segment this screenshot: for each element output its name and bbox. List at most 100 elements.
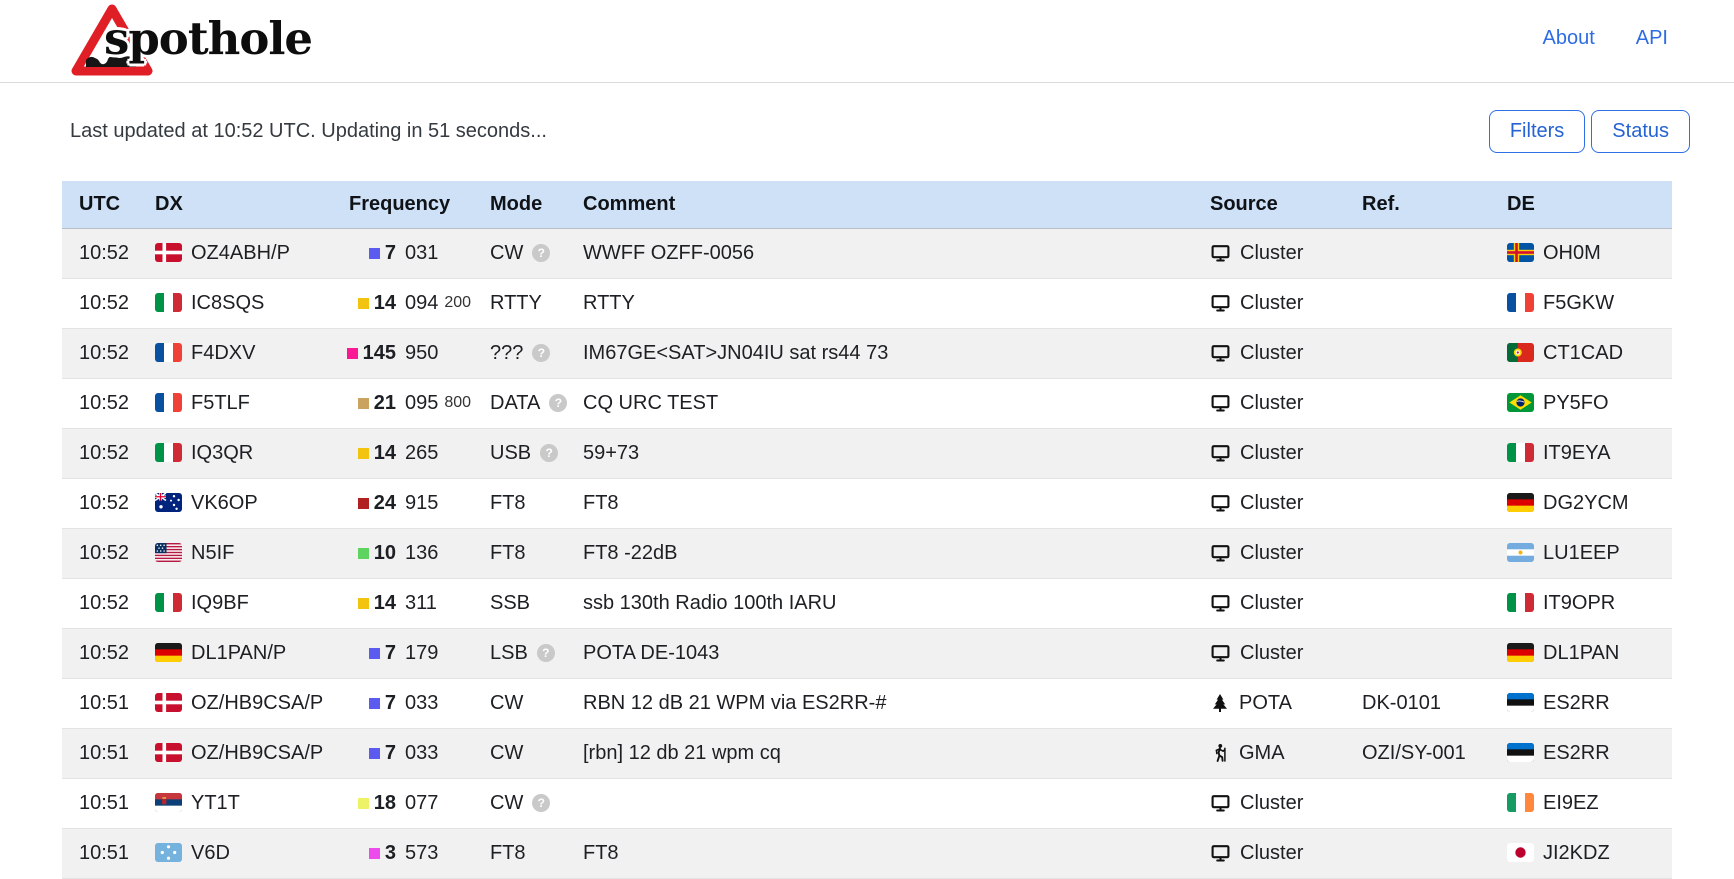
- dx-callsign: OZ/HB9CSA/P: [191, 742, 323, 764]
- spot-row: 10:52 IQ9BF 14 311 SSB ssb 130th Radio 1…: [62, 578, 1672, 628]
- frequency-mhz: 3: [385, 842, 396, 865]
- de-country-flag-icon: [1507, 593, 1534, 612]
- mode-cell: DATA ?: [480, 378, 583, 428]
- source-cell: Cluster: [1200, 528, 1350, 578]
- dx-callsign: F5TLF: [191, 392, 250, 414]
- de-callsign: F5GKW: [1543, 292, 1614, 314]
- ref-cell: [1350, 428, 1495, 478]
- ref-cell: [1350, 278, 1495, 328]
- mode-help-icon[interactable]: ?: [532, 344, 550, 362]
- column-header-source: Source: [1200, 181, 1350, 228]
- mode-cell: CW: [480, 728, 583, 778]
- ref-cell: [1350, 578, 1495, 628]
- dx-country-flag-icon: [155, 843, 182, 862]
- mode-help-icon[interactable]: ?: [532, 794, 550, 812]
- frequency-cell: 14 265: [340, 428, 480, 478]
- dx-callsign: YT1T: [191, 792, 240, 814]
- column-header-ref: Ref.: [1350, 181, 1495, 228]
- mode-cell: USB ?: [480, 428, 583, 478]
- frequency-cell: 21 095 800: [340, 378, 480, 428]
- mode-label: USB: [490, 442, 531, 465]
- mode-cell: SSB: [480, 578, 583, 628]
- de-cell: PY5FO: [1495, 378, 1672, 428]
- utc-cell: 10:52: [62, 328, 150, 378]
- mode-help-icon[interactable]: ?: [532, 244, 550, 262]
- column-header-dx: DX: [150, 181, 340, 228]
- monitor-icon: [1210, 393, 1231, 413]
- mode-cell: LSB ?: [480, 628, 583, 678]
- frequency-khz: 265: [405, 442, 438, 465]
- source-label: Cluster: [1240, 542, 1303, 565]
- monitor-icon: [1210, 293, 1231, 313]
- utc-cell: 10:51: [62, 728, 150, 778]
- source-cell: Cluster: [1200, 228, 1350, 278]
- site-header: spothole About API: [0, 0, 1734, 83]
- spot-row: 10:52 VK6OP 24 915 FT8 FT8 Clu: [62, 478, 1672, 528]
- filters-button[interactable]: Filters: [1489, 110, 1585, 153]
- spot-row: 10:51 V6D 3 573 FT8 FT8 Cluste: [62, 828, 1672, 878]
- utc-cell: 10:52: [62, 278, 150, 328]
- utc-cell: 10:52: [62, 628, 150, 678]
- de-country-flag-icon: [1507, 643, 1534, 662]
- mode-cell: FT8: [480, 478, 583, 528]
- comment-cell: [583, 778, 1200, 828]
- mode-label: ???: [490, 342, 523, 365]
- comment-cell: 59+73: [583, 428, 1200, 478]
- mode-cell: CW ?: [480, 228, 583, 278]
- de-cell: IT9EYA: [1495, 428, 1672, 478]
- de-cell: JI2KDZ: [1495, 828, 1672, 878]
- comment-cell: CQ URC TEST: [583, 378, 1200, 428]
- monitor-icon: [1210, 793, 1231, 813]
- dx-cell: OZ/HB9CSA/P: [150, 678, 340, 728]
- de-cell: ES2RR: [1495, 678, 1672, 728]
- dx-cell: >YT1T: [150, 778, 340, 828]
- spots-table-body: 10:52 OZ4ABH/P 7 031 CW ? WWFF OZFF-0056: [62, 228, 1672, 878]
- mode-label: FT8: [490, 492, 526, 515]
- mode-help-icon[interactable]: ?: [537, 644, 555, 662]
- nav-link-about[interactable]: About: [1542, 27, 1594, 50]
- frequency-khz: 094: [405, 292, 438, 315]
- spot-row: 10:52 N5IF 10 136 FT8 FT8 -22dB: [62, 528, 1672, 578]
- ref-cell: [1350, 628, 1495, 678]
- band-marker-icon: [358, 798, 369, 809]
- source-label: Cluster: [1240, 442, 1303, 465]
- de-cell: F5GKW: [1495, 278, 1672, 328]
- dx-callsign: IC8SQS: [191, 292, 264, 314]
- source-label: Cluster: [1240, 792, 1303, 815]
- utc-cell: 10:52: [62, 478, 150, 528]
- dx-callsign: F4DXV: [191, 342, 255, 364]
- status-row: Last updated at 10:52 UTC. Updating in 5…: [62, 108, 1690, 154]
- column-header-comment: Comment: [583, 181, 1200, 228]
- site-logo[interactable]: spothole: [70, 3, 390, 81]
- ref-cell: [1350, 378, 1495, 428]
- frequency-cell: 7 033: [340, 728, 480, 778]
- de-country-flag-icon: [1507, 343, 1534, 362]
- de-country-flag-icon: [1507, 693, 1534, 712]
- spot-row: 10:52 DL1PAN/P 7 179 LSB ? POTA DE-1043: [62, 628, 1672, 678]
- source-label: Cluster: [1240, 342, 1303, 365]
- monitor-icon: [1210, 643, 1231, 663]
- monitor-icon: [1210, 593, 1231, 613]
- nav-link-api[interactable]: API: [1636, 27, 1668, 50]
- de-cell: CT1CAD: [1495, 328, 1672, 378]
- source-cell: GMA: [1200, 728, 1350, 778]
- source-cell: Cluster: [1200, 628, 1350, 678]
- utc-cell: 10:51: [62, 778, 150, 828]
- band-marker-icon: [358, 498, 369, 509]
- band-marker-icon: [369, 698, 380, 709]
- mode-help-icon[interactable]: ?: [540, 444, 558, 462]
- frequency-khz: 950: [405, 342, 438, 365]
- mode-help-icon[interactable]: ?: [549, 394, 567, 412]
- source-cell: Cluster: [1200, 478, 1350, 528]
- comment-cell: IM67GE<SAT>JN04IU sat rs44 73: [583, 328, 1200, 378]
- top-nav: About API: [1542, 27, 1668, 50]
- dx-country-flag-icon: [155, 543, 182, 562]
- monitor-icon: [1210, 343, 1231, 363]
- status-button[interactable]: Status: [1591, 110, 1690, 153]
- frequency-khz: 136: [405, 542, 438, 565]
- band-marker-icon: [358, 598, 369, 609]
- de-callsign: LU1EEP: [1543, 542, 1620, 564]
- de-cell: IT9OPR: [1495, 578, 1672, 628]
- hiker-icon: [1210, 743, 1230, 763]
- dx-callsign: N5IF: [191, 542, 234, 564]
